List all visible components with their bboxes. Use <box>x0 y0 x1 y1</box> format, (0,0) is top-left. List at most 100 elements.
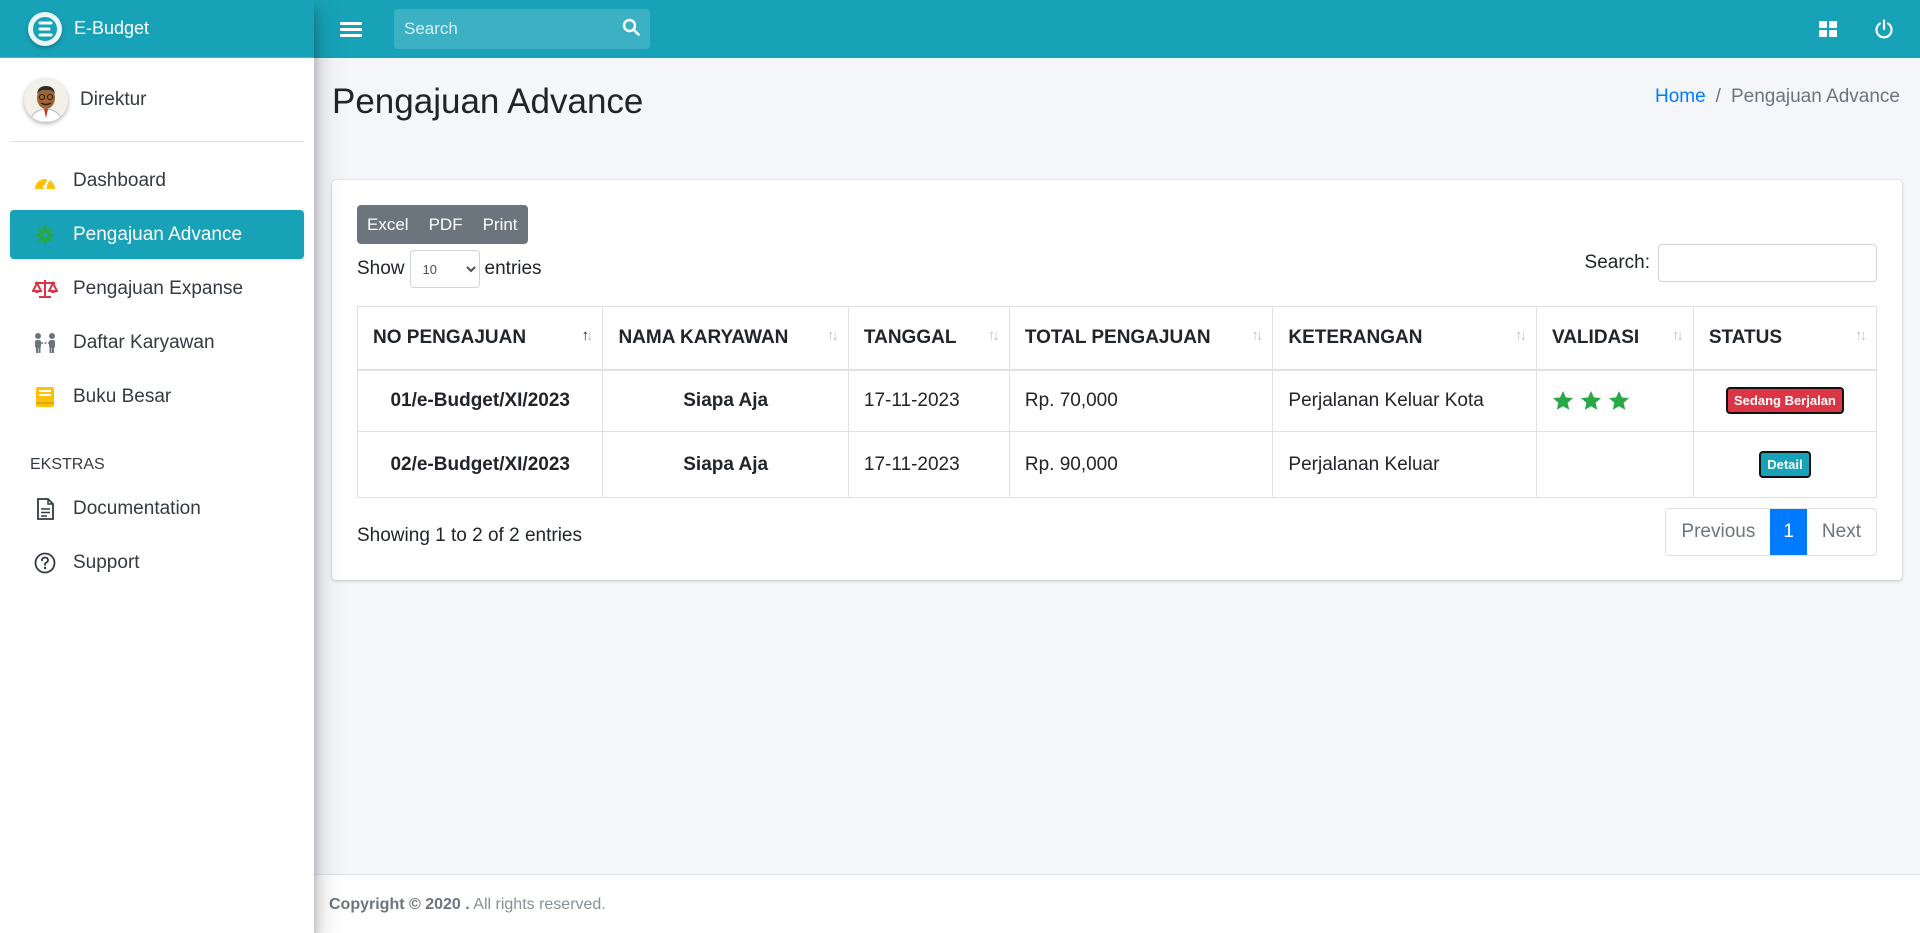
pagination: Previous 1 Next <box>1665 508 1877 556</box>
sort-icon: ↑↓ <box>1671 327 1684 344</box>
star-icon <box>1552 391 1573 411</box>
power-icon[interactable] <box>1874 19 1894 44</box>
entries-select[interactable]: 10 <box>409 250 480 288</box>
sidebar-item-label: Daftar Karyawan <box>73 331 215 353</box>
sidebar-item-label: Pengajuan Advance <box>73 223 243 245</box>
nav-header-ekstras: EKSTRAS <box>30 456 105 473</box>
top-navbar <box>314 0 1920 58</box>
status-badge[interactable]: Sedang Berjalan <box>1726 387 1844 415</box>
sidebar-item-buku-besar[interactable]: Buku Besar <box>10 372 304 421</box>
sort-icon: ↑↓ <box>987 327 1000 344</box>
cell-nama-karyawan: Siapa Aja <box>602 431 849 498</box>
user-name: Direktur <box>80 88 147 110</box>
table-row: 02/e-Budget/XI/2023 Siapa Aja 17-11-2023… <box>356 431 1878 498</box>
column-header-no-pengajuan[interactable]: NO PENGAJUAN ↑↓ <box>356 306 604 371</box>
book-icon <box>32 384 58 410</box>
excel-button[interactable]: Excel <box>357 205 419 244</box>
cell-total-pengajuan: Rp. 90,000 <box>1008 431 1274 498</box>
cell-tanggal: 17-11-2023 <box>847 369 1010 432</box>
tachometer-icon <box>32 168 58 194</box>
column-header-keterangan[interactable]: KETERANGAN ↑↓ <box>1272 306 1537 371</box>
column-header-status[interactable]: STATUS ↑↓ <box>1692 306 1878 371</box>
cell-validasi <box>1535 369 1694 432</box>
brand-logo <box>28 11 62 46</box>
breadcrumb-separator: / <box>1715 86 1721 107</box>
question-circle-icon <box>32 550 58 576</box>
detail-button[interactable]: Detail <box>1759 451 1811 478</box>
table-row: 01/e-Budget/XI/2023 Siapa Aja 17-11-2023… <box>356 369 1878 432</box>
sidebar-item-pengajuan-advance[interactable]: Pengajuan Advance <box>10 210 304 259</box>
data-card: Excel PDF Print Show 10 entries Search: … <box>332 180 1902 580</box>
filter-label: Search: <box>1584 252 1650 273</box>
cell-no-pengajuan: 02/e-Budget/XI/2023 <box>356 431 604 498</box>
advance-table: NO PENGAJUAN ↑↓ NAMA KARYAWAN ↑↓ TANGGAL ↑↓… <box>356 306 1878 498</box>
main-footer: Copyright © 2020 . All rights reserved. <box>314 874 1920 933</box>
cell-nama-karyawan: Siapa Aja <box>602 369 849 432</box>
table-search-input[interactable] <box>1658 244 1877 282</box>
search-input[interactable] <box>404 19 594 39</box>
navbar-right <box>1818 19 1894 44</box>
entries-length: Show 10 entries <box>357 250 542 288</box>
show-label: Show <box>357 258 405 279</box>
column-header-label: KETERANGAN <box>1288 326 1423 348</box>
column-header-label: TANGGAL <box>863 326 957 348</box>
main-sidebar: E-Budget Direktur Dashboard Pengajuan Ad… <box>0 0 314 933</box>
sidebar-item-daftar-karyawan[interactable]: Daftar Karyawan <box>10 318 304 367</box>
table-filter: Search: <box>1585 244 1877 282</box>
search-icon[interactable] <box>622 18 640 41</box>
content-header: Pengajuan Advance Home / Pengajuan Advance <box>314 58 1920 168</box>
column-header-label: NAMA KARYAWAN <box>618 326 789 348</box>
column-header-label: TOTAL PENGAJUAN <box>1024 326 1211 348</box>
table-info: Showing 1 to 2 of 2 entries <box>357 525 582 546</box>
cell-no-pengajuan: 01/e-Budget/XI/2023 <box>356 369 604 432</box>
previous-page-button[interactable]: Previous <box>1666 509 1770 555</box>
pdf-button[interactable]: PDF <box>419 205 473 244</box>
print-button[interactable]: Print <box>473 205 528 244</box>
sort-icon: ↑↓ <box>1855 327 1867 344</box>
column-header-label: NO PENGAJUAN <box>373 326 527 348</box>
breadcrumb-home-link[interactable]: Home <box>1655 86 1706 107</box>
star-icon <box>1608 391 1629 411</box>
cell-tanggal: 17-11-2023 <box>847 431 1010 498</box>
menu-toggle-icon[interactable] <box>340 19 362 40</box>
copyright-text: Copyright © 2020 . <box>329 896 470 913</box>
column-header-validasi[interactable]: VALIDASI ↑↓ <box>1535 306 1694 371</box>
page-1-button[interactable]: 1 <box>1770 509 1807 555</box>
column-header-total-pengajuan[interactable]: TOTAL PENGAJUAN ↑↓ <box>1008 306 1274 371</box>
sort-icon: ↑↓ <box>1251 327 1263 344</box>
star-icon <box>1580 391 1601 411</box>
user-panel[interactable]: Direktur <box>10 58 304 142</box>
sidebar-item-label: Pengajuan Expanse <box>73 277 244 299</box>
breadcrumb: Home / Pengajuan Advance <box>1655 86 1900 108</box>
entries-label: entries <box>484 258 542 279</box>
cell-keterangan: Perjalanan Keluar Kota <box>1272 369 1537 432</box>
column-header-nama-karyawan[interactable]: NAMA KARYAWAN ↑↓ <box>602 306 849 371</box>
sidebar-item-label: Documentation <box>73 497 201 519</box>
brand-link[interactable]: E-Budget <box>0 0 314 58</box>
column-header-tanggal[interactable]: TANGGAL ↑↓ <box>847 306 1010 371</box>
grid-icon[interactable] <box>1818 19 1838 44</box>
balance-scale-icon <box>32 276 58 302</box>
sort-icon: ↑↓ <box>1514 327 1527 344</box>
people-icon <box>32 330 58 356</box>
column-header-label: STATUS <box>1708 326 1783 348</box>
brand-name: E-Budget <box>74 18 150 38</box>
navbar-search <box>394 9 650 49</box>
sidebar-item-documentation[interactable]: Documentation <box>10 484 304 533</box>
cell-status: Detail <box>1692 431 1878 498</box>
cell-validasi <box>1535 431 1694 498</box>
sidebar-nav: Dashboard Pengajuan Advance Pengajuan Ex… <box>0 156 314 587</box>
cell-keterangan: Perjalanan Keluar <box>1272 431 1537 498</box>
next-page-button[interactable]: Next <box>1807 509 1876 555</box>
cell-total-pengajuan: Rp. 70,000 <box>1008 369 1274 432</box>
sidebar-item-label: Dashboard <box>73 169 166 191</box>
sidebar-item-label: Support <box>73 551 140 573</box>
validation-stars <box>1552 390 1678 411</box>
cell-status: Sedang Berjalan <box>1692 369 1878 432</box>
sidebar-item-pengajuan-expanse[interactable]: Pengajuan Expanse <box>10 264 304 313</box>
sidebar-item-support[interactable]: Support <box>10 538 304 587</box>
breadcrumb-current: Pengajuan Advance <box>1730 86 1900 107</box>
sidebar-item-dashboard[interactable]: Dashboard <box>10 156 304 205</box>
sort-icon: ↑↓ <box>826 327 839 344</box>
file-icon <box>32 496 58 522</box>
